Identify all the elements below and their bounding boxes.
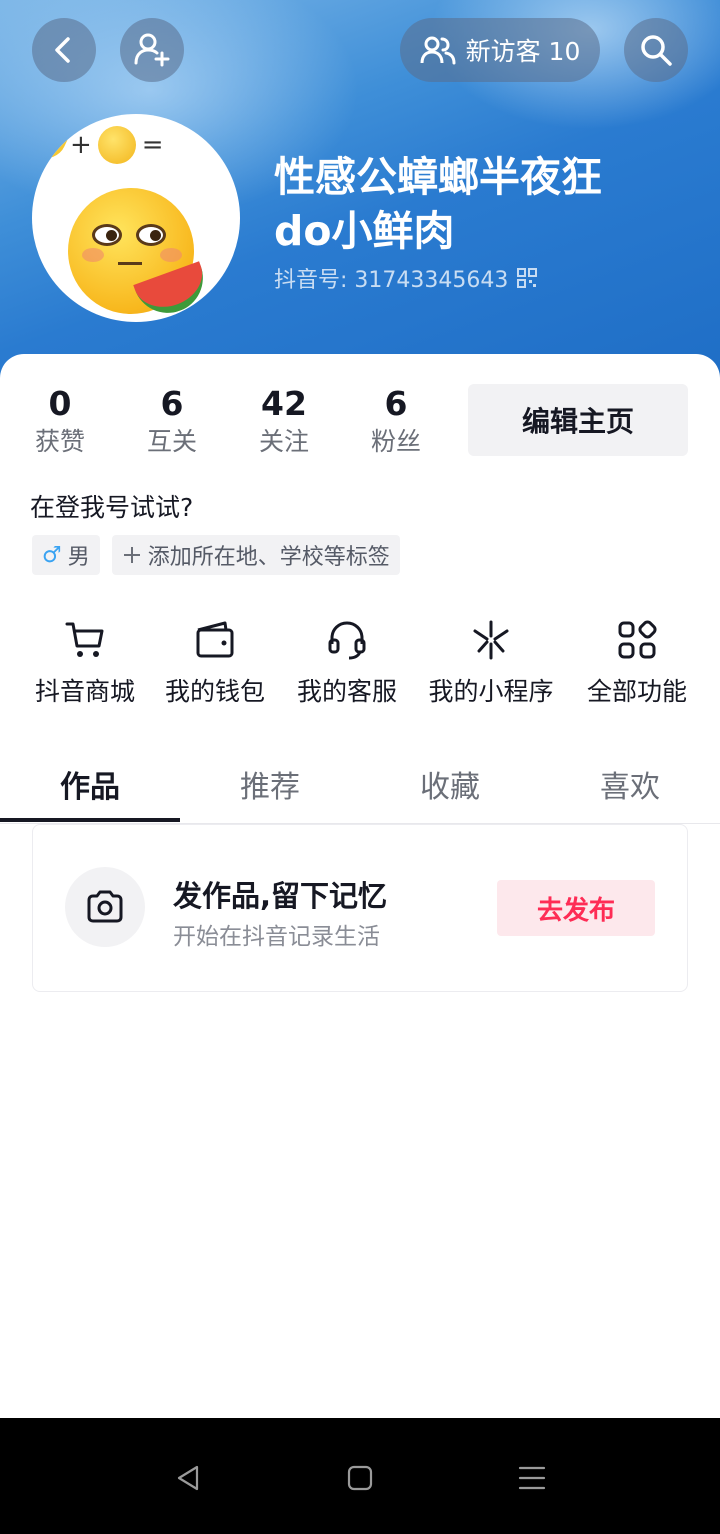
nav-menu-button[interactable] (512, 1458, 552, 1498)
publish-button[interactable]: 去发布 (497, 880, 655, 936)
shortcut-label: 我的客服 (296, 677, 397, 706)
bio-text: 在登我号试试? (30, 493, 194, 522)
nickname: 性感公蟑螂半夜狂 do小鲜肉 (274, 150, 694, 258)
tab-favorites[interactable]: 收藏 (360, 762, 540, 806)
wallet-icon (196, 621, 234, 658)
shortcut-all-functions[interactable]: 全部功能 (582, 612, 692, 708)
headset-icon (328, 621, 366, 660)
search-icon (641, 35, 672, 66)
mini-program-icon (473, 620, 509, 660)
stat-mutual[interactable]: 6 互关 (116, 384, 228, 460)
shortcut-label: 抖音商城 (34, 677, 135, 706)
shortcut-mini-program[interactable]: 我的小程序 (424, 612, 558, 708)
stat-following[interactable]: 42 关注 (228, 384, 340, 460)
menu-icon (518, 1466, 546, 1490)
tag-row: ♂ 男 添加所在地、学校等标签 (32, 535, 400, 575)
tab-works[interactable]: 作品 (0, 762, 180, 806)
people-icon (420, 36, 456, 65)
qrcode-icon (517, 268, 538, 288)
triangle-back-icon (177, 1465, 199, 1491)
shortcut-wallet[interactable]: 我的钱包 (160, 612, 270, 708)
system-navigation-bar (0, 1418, 720, 1534)
equals-sign: = (141, 130, 164, 160)
function-shortcuts: 抖音商城 我的钱包 我的客服 我的小程序 全部功能 (0, 612, 720, 712)
grid-icon (618, 620, 657, 659)
male-icon: ♂ (42, 542, 62, 568)
stat-label: 粉丝 (370, 427, 421, 456)
douyin-id-text: 抖音号: 31743345643 (274, 268, 509, 293)
plus-sign: + (70, 130, 92, 160)
stat-value: 42 (261, 384, 307, 423)
emoji-eating-watermelon-icon (68, 188, 213, 322)
cart-icon (65, 622, 104, 657)
square-home-icon (347, 1465, 373, 1491)
shortcut-mall[interactable]: 抖音商城 (30, 612, 140, 708)
plus-icon (123, 547, 140, 563)
edit-profile-button[interactable]: 编辑主页 (468, 384, 688, 456)
stat-followers[interactable]: 6 粉丝 (340, 384, 452, 460)
post-prompt-card: 发作品,留下记忆 开始在抖音记录生活 去发布 (32, 824, 688, 992)
gender-label: 男 (67, 545, 90, 570)
stat-label: 获赞 (34, 427, 85, 456)
active-tab-indicator (0, 818, 180, 822)
avatar[interactable]: + = (32, 114, 240, 322)
search-button[interactable] (624, 18, 688, 82)
tab-recommend[interactable]: 推荐 (180, 762, 360, 806)
add-tag-label: 添加所在地、学校等标签 (147, 545, 390, 570)
avatar-emoji-equation: + = (37, 125, 164, 165)
stats-row: 0 获赞 6 互关 42 关注 6 粉丝 (0, 384, 460, 464)
stat-label: 关注 (258, 427, 309, 456)
stat-value: 6 (384, 384, 408, 423)
back-button[interactable] (32, 18, 96, 82)
nav-home-button[interactable] (340, 1458, 380, 1498)
camera-button[interactable] (65, 867, 145, 947)
nickname-line1: 性感公蟑螂半夜狂 (274, 153, 602, 201)
gender-tag[interactable]: ♂ 男 (32, 535, 100, 575)
add-tag-button[interactable]: 添加所在地、学校等标签 (111, 535, 400, 575)
post-prompt-subtitle: 开始在抖音记录生活 (173, 924, 380, 950)
emoji-face-icon (97, 126, 136, 164)
visitor-label: 新访客 10 (465, 37, 581, 66)
nickname-line2: do小鲜肉 (274, 207, 455, 255)
shortcut-customer-service[interactable]: 我的客服 (292, 612, 402, 708)
stat-value: 0 (48, 384, 72, 423)
nav-back-button[interactable] (168, 1458, 208, 1498)
camera-icon (87, 890, 123, 923)
add-user-icon (134, 33, 170, 67)
tab-likes[interactable]: 喜欢 (540, 762, 720, 806)
shortcut-label: 我的钱包 (164, 677, 265, 706)
shortcut-label: 我的小程序 (428, 677, 554, 706)
stat-value: 6 (160, 384, 184, 423)
post-prompt-title: 发作品,留下记忆 (173, 879, 388, 913)
add-friend-button[interactable] (120, 18, 184, 82)
content-tabs: 作品 推荐 收藏 喜欢 (0, 744, 720, 824)
new-visitors-button[interactable]: 新访客 10 (400, 18, 600, 82)
chevron-left-icon (55, 37, 70, 63)
douyin-id[interactable]: 抖音号: 31743345643 (274, 262, 538, 294)
shortcut-label: 全部功能 (586, 677, 687, 706)
stat-likes[interactable]: 0 获赞 (4, 384, 116, 460)
stat-label: 互关 (146, 427, 197, 456)
